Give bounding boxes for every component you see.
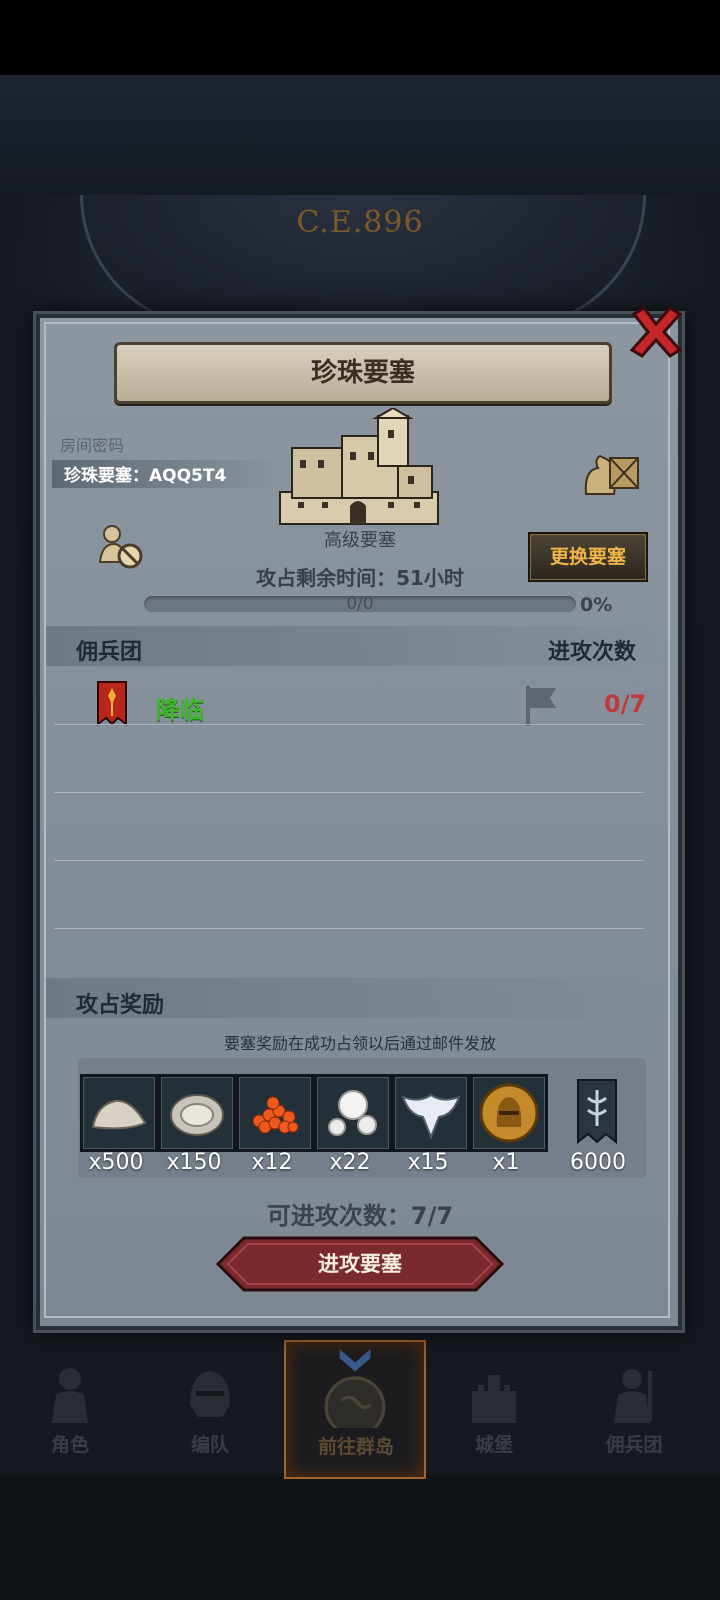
- flag-icon: [526, 686, 556, 726]
- nav-tab-formation[interactable]: 编队: [140, 1340, 280, 1475]
- reward-note: 要塞奖励在成功占领以后通过邮件发放: [223, 1034, 496, 1053]
- top-band: [0, 75, 720, 195]
- attack-fortress-button[interactable]: [216, 1236, 504, 1292]
- reward-qty: x150: [166, 1150, 222, 1175]
- nav-label: 前往群岛: [317, 1436, 394, 1458]
- winged-emblem-icon: [401, 1093, 461, 1140]
- row-divider: [54, 724, 644, 725]
- status-bar-area: [0, 0, 720, 75]
- guild-banner-icon[interactable]: [574, 1076, 620, 1146]
- reward-qty: 6000: [570, 1150, 626, 1175]
- reward-item-emblem[interactable]: [392, 1074, 470, 1152]
- compass-globe-icon: [324, 1349, 386, 1428]
- nav-label: 角色: [50, 1434, 89, 1456]
- castle-icon: [472, 1375, 516, 1423]
- clay-icon: [91, 1099, 147, 1130]
- room-password-label: 房间密码: [60, 436, 125, 455]
- reward-qty: x12: [251, 1150, 293, 1175]
- no-visitors-icon[interactable]: [98, 524, 144, 570]
- nav-label: 编队: [190, 1434, 229, 1456]
- reward-qty: x22: [329, 1150, 371, 1175]
- year-label: C.E.896: [296, 205, 424, 240]
- close-button[interactable]: [628, 304, 684, 360]
- nav-label: 城堡: [474, 1434, 513, 1456]
- progress-text: 0/0: [346, 594, 374, 614]
- reward-item-oyster[interactable]: [158, 1074, 236, 1152]
- nav-tab-character[interactable]: 角色: [0, 1340, 140, 1475]
- nav-tab-mercenary[interactable]: 佣兵团: [564, 1340, 704, 1475]
- reward-qty: x15: [407, 1150, 449, 1175]
- helmet-coin-icon: [479, 1083, 539, 1143]
- row-divider: [54, 860, 644, 861]
- reward-item-clay[interactable]: [80, 1074, 158, 1152]
- supply-bag-icon[interactable]: [582, 450, 642, 496]
- change-fortress-button[interactable]: 更换要塞: [528, 532, 648, 582]
- guild-banner-icon: [97, 681, 127, 726]
- row-divider: [54, 928, 644, 929]
- nav-tab-castle[interactable]: 城堡: [424, 1340, 564, 1475]
- reward-qty: x1: [492, 1150, 520, 1175]
- fortress-castle-icon: [279, 408, 439, 525]
- roe-icon: [252, 1096, 299, 1134]
- oyster-icon: [170, 1094, 224, 1136]
- column-attacks: 进攻次数: [548, 640, 637, 665]
- guild-name[interactable]: 降临: [156, 690, 204, 725]
- mercenary-icon: [614, 1369, 652, 1423]
- pearl-icon: [328, 1090, 377, 1136]
- progress-percent: 0%: [580, 594, 613, 616]
- guild-attack-count: 0/7: [604, 690, 647, 718]
- helmet-icon: [190, 1371, 230, 1417]
- column-mercenary: 佣兵团: [76, 640, 143, 665]
- nav-tab-islands[interactable]: 前往群岛: [284, 1340, 426, 1479]
- reward-title: 攻占奖励: [76, 993, 165, 1018]
- attack-count: 可进攻次数：7/7: [266, 1202, 454, 1230]
- nav-label: 佣兵团: [605, 1434, 663, 1456]
- row-divider: [54, 792, 644, 793]
- reward-item-coin[interactable]: [470, 1074, 548, 1152]
- reward-qty: x500: [88, 1150, 144, 1175]
- dialog-title: 珍珠要塞: [114, 342, 612, 404]
- reward-item-roe[interactable]: [236, 1074, 314, 1152]
- reward-item-pearl[interactable]: [314, 1074, 392, 1152]
- bottom-area: [0, 1475, 720, 1600]
- room-password-value: 珍珠要塞：AQQ5T4: [64, 466, 227, 486]
- knight-icon: [52, 1368, 88, 1423]
